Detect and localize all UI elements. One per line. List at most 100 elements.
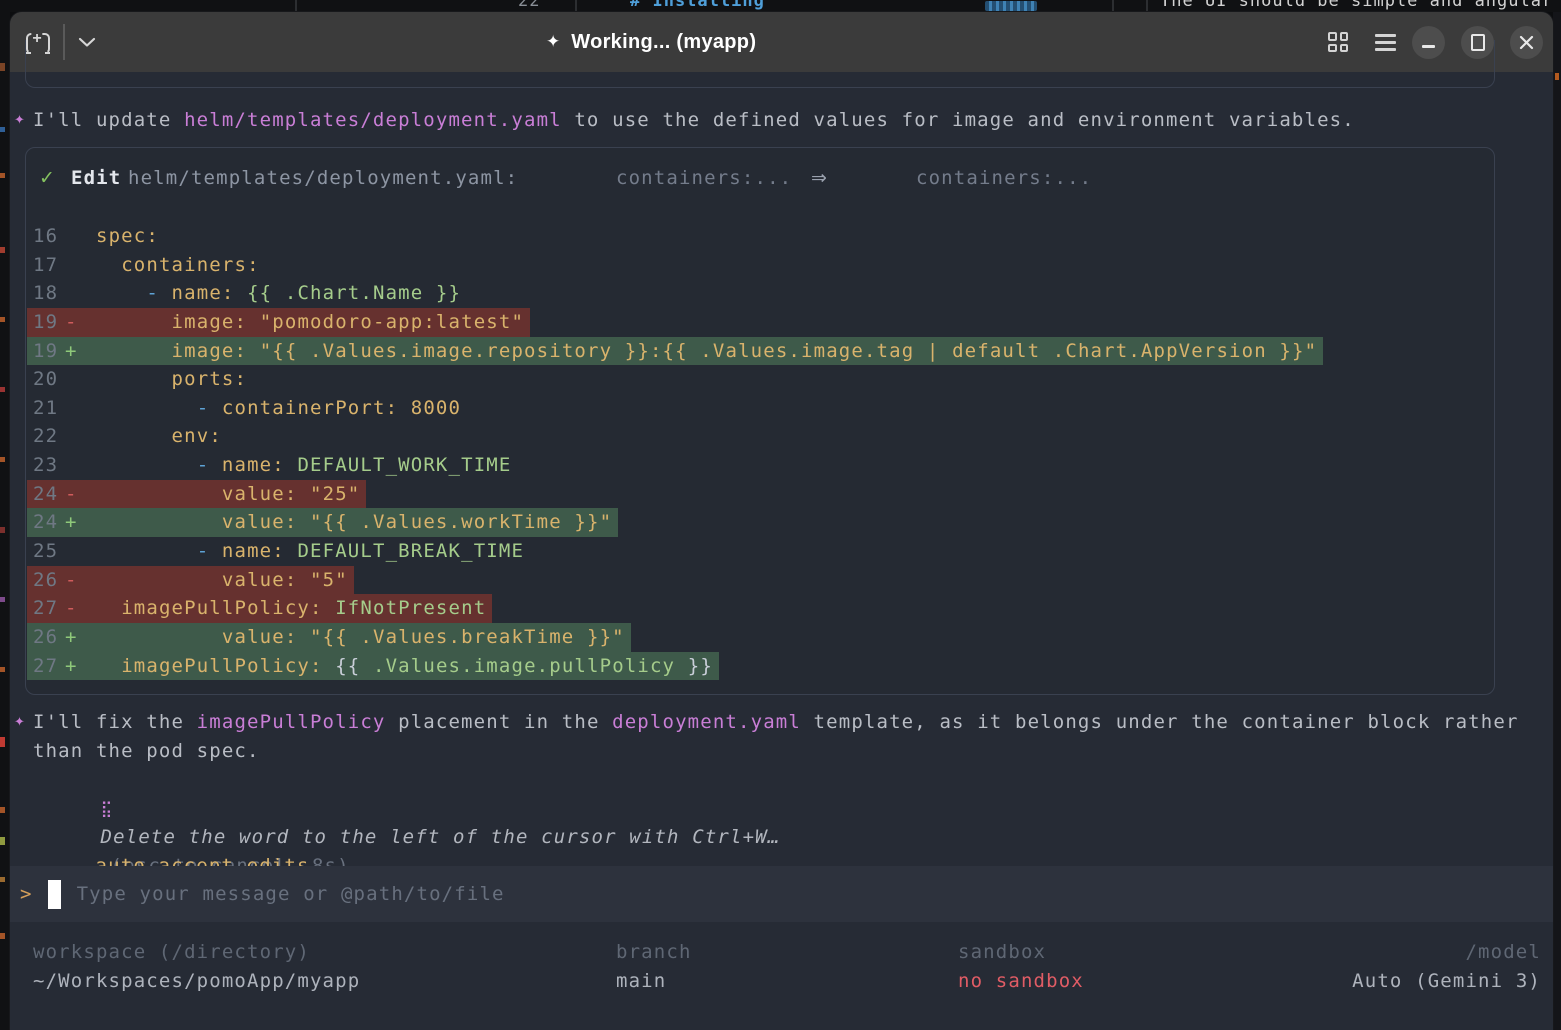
diff-marker: -	[65, 308, 96, 337]
diff-line: 19+ image: "{{ .Values.image.repository …	[27, 337, 1493, 366]
line-number: 22	[27, 422, 65, 451]
code-text: - name: {{ .Chart.Name }}	[96, 279, 461, 308]
footer-column-sandbox: sandboxno sandbox	[958, 938, 1084, 995]
background-mark	[0, 63, 5, 71]
background-editor-text: The UI should be simple and angular	[1160, 0, 1553, 11]
background-mark	[0, 387, 5, 392]
sparkle-bullet-icon: ✦	[14, 107, 26, 136]
diff-marker: +	[65, 337, 96, 366]
edit-diff-card: ✓ Edit helm/templates/deployment.yaml: c…	[25, 147, 1495, 695]
background-mark	[1555, 73, 1559, 80]
background-divider	[295, 0, 297, 12]
spinner-icon: ⣯	[101, 799, 114, 818]
diff-line: 22 env:	[27, 422, 1493, 451]
check-icon: ✓	[39, 164, 56, 193]
background-mark	[0, 173, 5, 178]
diff-line: 25 - name: DEFAULT_BREAK_TIME	[27, 537, 1493, 566]
diff-line: 27+ imagePullPolicy: {{ .Values.image.pu…	[27, 652, 1493, 681]
edit-file-path: helm/templates/deployment.yaml:	[128, 164, 518, 193]
diff-marker: +	[65, 652, 96, 681]
diff-line: 17 containers:	[27, 251, 1493, 280]
code-text: value: "{{ .Values.breakTime }}"	[96, 623, 625, 652]
edit-card-header: ✓ Edit helm/templates/deployment.yaml: c…	[26, 164, 1494, 193]
message-segment: to use the defined values for image and …	[562, 109, 1355, 131]
background-mark	[0, 837, 5, 845]
diff-marker	[65, 365, 96, 394]
terminal-window: + ✦ Working... (myapp)	[10, 12, 1553, 1030]
diff-line: 18 - name: {{ .Chart.Name }}	[27, 279, 1493, 308]
line-number: 16	[27, 222, 65, 251]
diff-view: 16 spec:17 containers:18 - name: {{ .Cha…	[27, 222, 1493, 680]
diff-marker	[65, 451, 96, 480]
line-number: 26	[27, 566, 65, 595]
diff-line: 23 - name: DEFAULT_WORK_TIME	[27, 451, 1493, 480]
close-button[interactable]	[1510, 26, 1543, 59]
diff-line: 19- image: "pomodoro-app:latest"	[27, 308, 1493, 337]
line-number: 19	[27, 308, 65, 337]
terminal-content: ✦ I'll update helm/templates/deployment.…	[10, 72, 1553, 1030]
footer-value: ~/Workspaces/pomoApp/myapp	[33, 967, 360, 996]
diff-after-summary: containers:...	[916, 164, 1092, 193]
diff-before-summary: containers:...	[616, 164, 792, 193]
background-badge	[985, 1, 1037, 11]
footer-label: workspace (/directory)	[33, 938, 360, 967]
line-number: 26	[27, 623, 65, 652]
input-placeholder: Type your message or @path/to/file	[77, 883, 505, 905]
close-icon	[1519, 35, 1534, 50]
diff-line: 20 ports:	[27, 365, 1493, 394]
line-number: 21	[27, 394, 65, 423]
diff-marker: -	[65, 566, 96, 595]
diff-line: 26+ value: "{{ .Values.breakTime }}"	[27, 623, 1493, 652]
background-mark	[0, 127, 5, 132]
arrow-right-icon: ⇒	[811, 164, 828, 193]
background-mark	[0, 247, 5, 253]
background-code-comment: # Installing	[630, 0, 765, 11]
diff-marker	[65, 251, 96, 280]
footer-value: Auto (Gemini 3)	[1352, 967, 1541, 996]
background-window-top-strip: 22 # Installing The UI should be simple …	[0, 0, 1561, 12]
code-text: value: "{{ .Values.workTime }}"	[96, 508, 612, 537]
assistant-message-text: I'll fix the imagePullPolicy placement i…	[33, 708, 1548, 765]
footer-column-model: /modelAuto (Gemini 3)	[1352, 938, 1541, 995]
code-text: imagePullPolicy: {{ .Values.image.pullPo…	[96, 652, 713, 681]
code-text: image: "pomodoro-app:latest"	[96, 308, 524, 337]
diff-marker: -	[65, 594, 96, 623]
code-text: - containerPort: 8000	[96, 394, 461, 423]
diff-marker	[65, 222, 96, 251]
footer-label: sandbox	[958, 938, 1084, 967]
diff-marker: -	[65, 480, 96, 509]
diff-marker	[65, 394, 96, 423]
background-mark	[0, 317, 5, 322]
message-segment: placement in the	[386, 711, 613, 733]
code-text: containers:	[96, 251, 260, 280]
diff-line: 16 spec:	[27, 222, 1493, 251]
footer-value: main	[616, 967, 692, 996]
background-line-number: 22	[518, 0, 540, 11]
message-input[interactable]: > Type your message or @path/to/file	[10, 866, 1553, 922]
edit-action-label: Edit	[71, 164, 121, 193]
assistant-message-update: ✦ I'll update helm/templates/deployment.…	[10, 106, 1540, 135]
previous-card-remnant	[25, 40, 1495, 88]
code-text: env:	[96, 422, 222, 451]
line-number: 24	[27, 508, 65, 537]
line-number: 23	[27, 451, 65, 480]
diff-line: 26- value: "5"	[27, 566, 1493, 595]
diff-marker: +	[65, 508, 96, 537]
footer-label: /model	[1352, 938, 1541, 967]
background-mark	[0, 667, 5, 672]
prompt-chevron: >	[20, 883, 33, 905]
line-number: 19	[27, 337, 65, 366]
footer-value: no sandbox	[958, 967, 1084, 996]
code-text: imagePullPolicy: IfNotPresent	[96, 594, 486, 623]
line-number: 27	[27, 594, 65, 623]
code-text: image: "{{ .Values.image.repository }}:{…	[96, 337, 1317, 366]
line-number: 20	[27, 365, 65, 394]
line-number: 17	[27, 251, 65, 280]
code-text: - name: DEFAULT_WORK_TIME	[96, 451, 511, 480]
diff-marker	[65, 422, 96, 451]
diff-marker	[65, 537, 96, 566]
footer-column-branch: branchmain	[616, 938, 692, 995]
message-segment: I'll update	[33, 109, 184, 131]
background-mark	[0, 527, 5, 533]
message-segment: I'll fix the	[33, 711, 197, 733]
